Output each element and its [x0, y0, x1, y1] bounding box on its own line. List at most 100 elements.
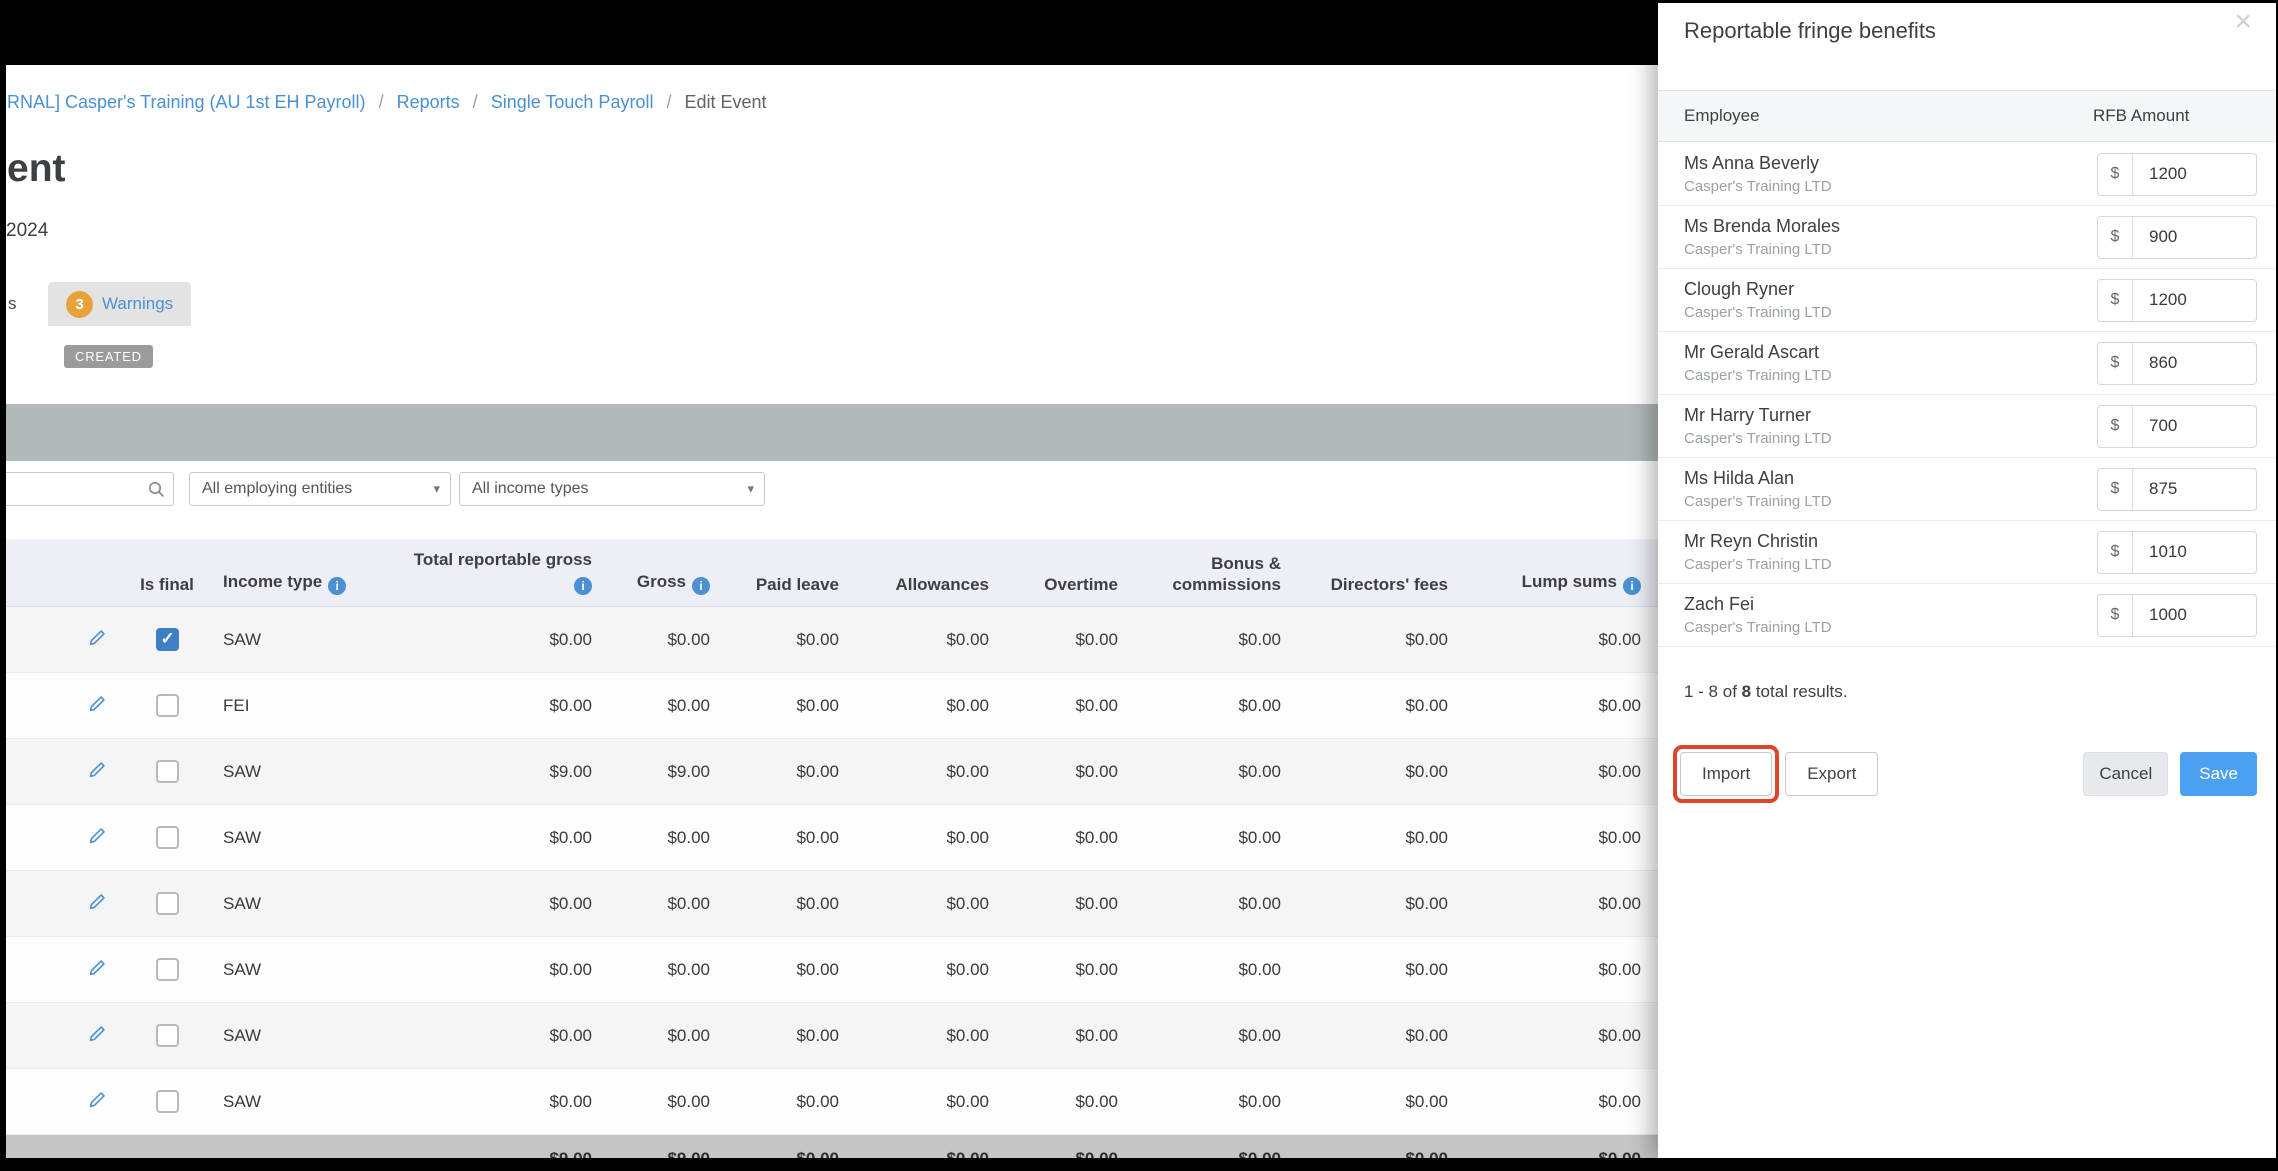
info-icon[interactable]: i	[574, 577, 592, 595]
tab-partial[interactable]: s	[8, 282, 17, 326]
breadcrumb-link-stp[interactable]: Single Touch Payroll	[491, 92, 654, 112]
edit-icon[interactable]	[88, 826, 107, 850]
edit-icon[interactable]	[88, 694, 107, 718]
employee-row: Zach Fei Casper's Training LTD $	[1658, 584, 2276, 647]
is-final-checkbox[interactable]	[155, 760, 179, 783]
stp-table-row: FEI $0.00 $0.00 $0.00 $0.00 $0.00 $0.00 $0.00 $0…	[6, 672, 1658, 739]
employee-company: Casper's Training LTD	[1684, 430, 1832, 447]
panel-button-row: Import Export Cancel Save	[1658, 745, 2276, 803]
breadcrumb-link-business[interactable]: RNAL] Casper's Training (AU 1st EH Payro…	[7, 92, 366, 112]
currency-prefix: $	[2098, 468, 2133, 510]
employee-company: Casper's Training LTD	[1684, 304, 1832, 321]
rfb-amount-input[interactable]	[2133, 405, 2256, 447]
column-header	[6, 539, 131, 607]
amount-cell: $0.00	[609, 804, 727, 871]
column-header: Income type i	[203, 539, 403, 607]
amount-cell: $0.00	[1135, 936, 1298, 1003]
rfb-amount-input[interactable]	[2133, 531, 2256, 573]
employee-row: Ms Anna Beverly Casper's Training LTD $	[1658, 143, 2276, 206]
is-final-checkbox[interactable]	[155, 1090, 179, 1113]
chevron-down-icon: ▾	[747, 481, 754, 496]
info-icon[interactable]: i	[1623, 577, 1641, 595]
edit-icon[interactable]	[88, 892, 107, 916]
employee-column-header: Employee	[1684, 106, 1760, 125]
tab-warnings[interactable]: 3 Warnings	[48, 282, 192, 326]
amount-cell: $0.00	[1298, 1002, 1465, 1069]
employee-name: Clough Ryner	[1684, 279, 1795, 299]
is-final-checkbox[interactable]	[155, 826, 179, 849]
save-button[interactable]: Save	[2180, 752, 2257, 796]
income-type-cell: SAW	[203, 804, 403, 871]
edit-icon[interactable]	[88, 958, 107, 982]
import-highlight-ring: Import	[1673, 745, 1780, 803]
search-input[interactable]	[6, 472, 174, 506]
rfb-amount-input[interactable]	[2133, 279, 2256, 321]
employee-row: Ms Brenda Morales Casper's Training LTD $	[1658, 206, 2276, 269]
amount-cell: $0.00	[1465, 1068, 1658, 1135]
amount-cell: $0.00	[1298, 672, 1465, 739]
is-final-checkbox[interactable]	[155, 892, 179, 915]
employee-company: Casper's Training LTD	[1684, 178, 1832, 195]
column-header: Paid leave	[727, 539, 856, 607]
amount-cell: $0.00	[609, 1002, 727, 1069]
total-cell: $0.00	[727, 1134, 856, 1158]
amount-cell: $0.00	[1465, 804, 1658, 871]
info-icon[interactable]: i	[328, 577, 347, 595]
edit-icon[interactable]	[88, 1024, 107, 1048]
results-summary: 1 - 8 of 8 total results.	[1684, 682, 1847, 702]
amount-cell: $0.00	[1006, 870, 1135, 937]
is-final-checkbox[interactable]	[155, 1024, 179, 1047]
amount-cell: $0.00	[1298, 606, 1465, 673]
employee-name: Ms Brenda Morales	[1684, 216, 1841, 236]
income-type-cell: SAW	[203, 936, 403, 1003]
is-final-checkbox[interactable]	[155, 628, 179, 651]
column-header: Lump sums i	[1465, 539, 1658, 607]
employee-name: Mr Reyn Christin	[1684, 531, 1819, 551]
column-label: Directors' fees	[1330, 574, 1448, 594]
rfb-amount-input[interactable]	[2133, 342, 2256, 384]
column-label: Income type	[223, 571, 323, 591]
amount-cell: $9.00	[403, 738, 609, 805]
currency-prefix: $	[2098, 405, 2133, 447]
edit-icon[interactable]	[88, 760, 107, 784]
amount-cell: $0.00	[1135, 1068, 1298, 1135]
export-button[interactable]: Export	[1785, 752, 1879, 796]
amount-cell: $0.00	[856, 1068, 1006, 1135]
amount-cell: $0.00	[1298, 804, 1465, 871]
employee-name: Ms Hilda Alan	[1684, 468, 1795, 488]
import-button[interactable]: Import	[1680, 752, 1773, 796]
rfb-amount-input[interactable]	[2133, 153, 2256, 195]
column-header: Gross i	[609, 539, 727, 607]
stp-table: Is final Income type i Total reportable gro…	[6, 539, 1658, 1158]
total-cell: $0.00	[1465, 1134, 1658, 1158]
breadcrumb-link-reports[interactable]: Reports	[397, 92, 460, 112]
employee-company: Casper's Training LTD	[1684, 241, 1832, 258]
tab-bar: s 3 Warnings	[6, 282, 606, 326]
cancel-button[interactable]: Cancel	[2083, 752, 2169, 796]
info-icon[interactable]: i	[692, 577, 710, 595]
column-header: Allowances	[856, 539, 1006, 607]
stp-table-row: SAW$0.00$0.00$0.00$0.00$0.00$0.00$0.00$0…	[6, 804, 1658, 871]
amount-cell: $0.00	[609, 672, 727, 739]
employee-name: Mr Gerald Ascart	[1684, 342, 1820, 362]
amount-cell: $0.00	[1298, 1068, 1465, 1135]
rfb-amount-input[interactable]	[2133, 468, 2256, 510]
employee-row: Mr Gerald Ascart Casper's Training LTD $	[1658, 332, 2276, 395]
amount-cell: $0.00	[403, 936, 609, 1003]
rfb-amount-input[interactable]	[2133, 594, 2256, 636]
column-label: Paid leave	[755, 574, 839, 594]
is-final-checkbox[interactable]	[155, 694, 179, 717]
close-icon[interactable]: ×	[2234, 7, 2252, 37]
rfb-amount-input[interactable]	[2133, 216, 2256, 258]
breadcrumb-separator: /	[472, 92, 478, 112]
edit-icon[interactable]	[88, 628, 107, 652]
is-final-checkbox[interactable]	[155, 958, 179, 981]
total-cell: $9.00	[403, 1134, 609, 1158]
amount-cell: $0.00	[1006, 1002, 1135, 1069]
amount-cell: $0.00	[856, 672, 1006, 739]
employing-entities-dropdown[interactable]: All employing entities ▾	[189, 472, 451, 506]
edit-icon[interactable]	[88, 1090, 107, 1114]
income-types-dropdown[interactable]: All income types ▾	[459, 472, 765, 506]
column-label: Total reportable gross	[413, 550, 592, 570]
currency-prefix: $	[2098, 279, 2133, 321]
